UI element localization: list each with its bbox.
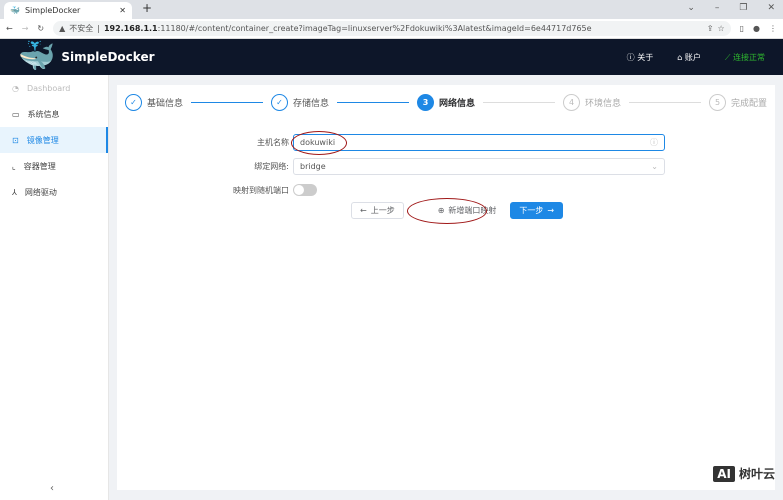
arrow-left-icon: ← bbox=[360, 206, 367, 215]
docker-favicon-icon: 🐳 bbox=[10, 6, 20, 15]
watermark-text: 树叶云 bbox=[738, 467, 775, 481]
chart-icon: ⌞ bbox=[12, 161, 16, 171]
home-icon: ⌂ bbox=[677, 52, 683, 62]
sidebar-item-label: Dashboard bbox=[26, 83, 71, 93]
star-icon[interactable]: ☆ bbox=[717, 24, 724, 33]
sidebar-item-label: 镜像管理 bbox=[26, 135, 59, 145]
profile-icon[interactable]: ● bbox=[753, 24, 760, 33]
create-container-card: ✓ 基础信息 ✓ 存储信息 3 网络信息 4 环境信息 5 完成配置 主机名称 dokuw… bbox=[117, 85, 775, 490]
docker-logo-icon: 🐳 bbox=[18, 39, 56, 74]
sidebar-item-label: 网络驱动 bbox=[24, 187, 57, 197]
maximize-icon[interactable]: ❐ bbox=[739, 3, 747, 13]
account-link[interactable]: ⌂ 账户 bbox=[677, 52, 701, 63]
sidebar-item-images[interactable]: ⊡ 镜像管理 bbox=[0, 127, 108, 153]
step-number: 4 bbox=[563, 93, 580, 111]
account-label: 账户 bbox=[684, 52, 701, 62]
annotation-ellipse bbox=[407, 198, 487, 224]
hostname-input[interactable]: dokuwiki ⓘ bbox=[293, 134, 665, 151]
step-3: 3 网络信息 bbox=[417, 93, 476, 111]
step-connector bbox=[629, 101, 701, 103]
sidebar-item-dashboard[interactable]: ◔ Dashboard bbox=[0, 75, 108, 101]
check-icon: ✓ bbox=[271, 93, 288, 111]
chevron-down-icon: ⌄ bbox=[651, 162, 658, 171]
random-port-label: 映射到随机端口 bbox=[233, 185, 289, 195]
next-button[interactable]: 下一步 → bbox=[510, 202, 564, 219]
watermark: AI 树叶云 bbox=[713, 465, 775, 482]
sidebar-item-containers[interactable]: ⌞ 容器管理 bbox=[0, 153, 108, 179]
close-window-icon[interactable]: ✕ bbox=[767, 3, 775, 13]
arrow-right-icon: → bbox=[547, 206, 555, 215]
sidebar-item-label: 系统信息 bbox=[27, 109, 60, 119]
dashboard-icon: ◔ bbox=[12, 83, 19, 93]
step-label: 完成配置 bbox=[731, 98, 768, 109]
tab-title: SimpleDocker bbox=[24, 6, 81, 15]
step-4: 4 环境信息 bbox=[563, 93, 622, 111]
address-bar: ← → ↻ ▲ 不安全 | 192.168.1.1:11180/#/content/con… bbox=[0, 19, 783, 39]
step-1: ✓ 基础信息 bbox=[125, 93, 184, 111]
network-label: 绑定网络: bbox=[254, 162, 289, 171]
sidepanel-icon[interactable]: ▯ bbox=[740, 24, 744, 33]
menu-icon[interactable]: ⋮ bbox=[769, 24, 777, 33]
new-tab-button[interactable]: + bbox=[142, 1, 152, 15]
connection-status: ⟋ 连接正常 bbox=[725, 52, 765, 63]
url-host: 192.168.1.1 bbox=[103, 24, 158, 33]
network-value: bridge bbox=[300, 162, 326, 171]
steps: ✓ 基础信息 ✓ 存储信息 3 网络信息 4 环境信息 5 完成配置 bbox=[125, 92, 767, 112]
step-label: 基础信息 bbox=[147, 98, 184, 109]
app-header: 🐳 SimpleDocker ⓘ 关于 ⌂ 账户 ⟋ 连接正常 bbox=[0, 39, 783, 75]
info-icon: ⓘ bbox=[626, 52, 635, 62]
prev-label: 上一步 bbox=[370, 206, 395, 215]
network-icon: ⅄ bbox=[12, 187, 17, 197]
annotation-ellipse bbox=[291, 131, 347, 155]
step-5: 5 完成配置 bbox=[709, 93, 768, 111]
check-icon: ✓ bbox=[125, 93, 142, 111]
hostname-row: 主机名称 dokuwiki ⓘ bbox=[117, 134, 665, 151]
warning-icon: ▲ bbox=[59, 24, 66, 33]
hostname-label: 主机名称 bbox=[257, 138, 289, 147]
tab-search-icon[interactable]: ⌄ bbox=[687, 3, 695, 13]
monitor-icon: ▭ bbox=[12, 109, 20, 119]
url-warning: 不安全 bbox=[69, 24, 94, 33]
browser-tab[interactable]: 🐳 SimpleDocker ✕ bbox=[4, 2, 132, 19]
step-connector bbox=[483, 101, 555, 103]
step-number: 5 bbox=[709, 93, 726, 111]
network-select[interactable]: bridge ⌄ bbox=[293, 158, 665, 175]
prev-button[interactable]: ← 上一步 bbox=[351, 202, 404, 219]
sidebar-item-system[interactable]: ▭ 系统信息 bbox=[0, 101, 108, 127]
browser-tabbar: 🐳 SimpleDocker ✕ + ⌄ – ❐ ✕ bbox=[0, 0, 783, 19]
about-link[interactable]: ⓘ 关于 bbox=[627, 52, 654, 63]
step-connector bbox=[191, 101, 263, 103]
minimize-icon[interactable]: – bbox=[715, 3, 720, 13]
about-label: 关于 bbox=[637, 52, 654, 62]
step-label: 网络信息 bbox=[439, 98, 476, 109]
step-number: 3 bbox=[417, 93, 434, 111]
reload-icon[interactable]: ↻ bbox=[37, 24, 44, 33]
sidebar: ◔ Dashboard ▭ 系统信息 ⊡ 镜像管理 ⌞ 容器管理 ⅄ 网络驱动 ‹ bbox=[0, 75, 109, 500]
next-label: 下一步 bbox=[519, 206, 544, 215]
sidebar-item-label: 容器管理 bbox=[23, 161, 56, 171]
image-icon: ⊡ bbox=[12, 135, 19, 145]
close-tab-icon[interactable]: ✕ bbox=[119, 6, 126, 15]
watermark-logo: AI bbox=[713, 465, 735, 482]
step-2: ✓ 存储信息 bbox=[271, 93, 330, 111]
info-icon: ⓘ bbox=[650, 138, 658, 147]
url-path: :11180/#/content/container_create?imageT… bbox=[157, 24, 592, 33]
step-label: 存储信息 bbox=[293, 98, 330, 109]
forward-icon[interactable]: → bbox=[22, 24, 29, 33]
link-icon: ⟋ bbox=[724, 52, 731, 62]
status-label: 连接正常 bbox=[733, 52, 765, 62]
brand-title: SimpleDocker bbox=[61, 50, 155, 64]
collapse-sidebar-icon[interactable]: ‹ bbox=[50, 483, 54, 494]
share-icon[interactable]: ⇪ bbox=[707, 24, 714, 33]
random-port-row: 映射到随机端口 bbox=[117, 184, 317, 196]
back-icon[interactable]: ← bbox=[6, 24, 13, 33]
random-port-toggle[interactable] bbox=[293, 184, 317, 196]
url-input[interactable]: ▲ 不安全 | 192.168.1.1:11180/#/content/contain… bbox=[53, 21, 731, 36]
network-row: 绑定网络: bridge ⌄ bbox=[117, 158, 665, 175]
step-label: 环境信息 bbox=[585, 98, 622, 109]
sidebar-item-network[interactable]: ⅄ 网络驱动 bbox=[0, 179, 108, 205]
step-connector bbox=[337, 101, 409, 103]
